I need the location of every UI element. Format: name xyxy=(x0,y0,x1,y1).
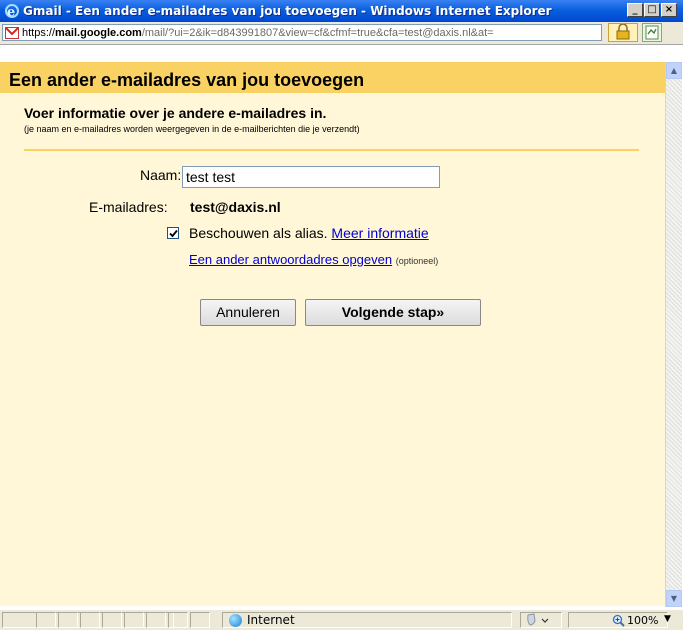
status-cell xyxy=(80,612,100,628)
scroll-up-icon[interactable]: ▲ xyxy=(666,62,682,79)
svg-text:e: e xyxy=(7,5,15,19)
address-bar: https://mail.google.com/mail/?ui=2&ik=d8… xyxy=(0,22,683,45)
zoom-dropdown-icon[interactable]: ▼ xyxy=(664,614,671,624)
status-cell xyxy=(102,612,122,628)
next-step-button[interactable]: Volgende stap» xyxy=(305,299,481,326)
window-controls: _ □ × xyxy=(626,3,677,17)
url-field[interactable]: https://mail.google.com/mail/?ui=2&ik=d8… xyxy=(2,24,602,41)
info-title: Voer informatie over je andere e-mailadr… xyxy=(24,105,327,121)
maximize-button[interactable]: □ xyxy=(644,3,660,17)
gmail-icon xyxy=(5,27,19,39)
window-title: Gmail - Een ander e-mailadres van jou to… xyxy=(23,4,552,18)
minimize-button[interactable]: _ xyxy=(627,3,643,17)
divider xyxy=(24,149,639,151)
reply-row: Een ander antwoordadres opgeven (optione… xyxy=(189,252,438,267)
close-button[interactable]: × xyxy=(661,3,677,17)
name-label: Naam: xyxy=(140,167,182,183)
certificate-icon[interactable] xyxy=(642,23,662,42)
dialog-panel-top xyxy=(0,90,665,93)
scroll-down-icon[interactable]: ▼ xyxy=(666,590,682,607)
email-label: E-mailadres: xyxy=(89,199,168,215)
email-value: test@daxis.nl xyxy=(190,199,281,215)
status-cell xyxy=(124,612,144,628)
ssl-lock-icon[interactable] xyxy=(608,23,638,42)
cancel-button[interactable]: Annuleren xyxy=(200,299,296,326)
shield-icon xyxy=(527,613,549,626)
status-cell xyxy=(36,612,56,628)
zone-label: Internet xyxy=(247,613,295,627)
vertical-scrollbar[interactable]: ▲ ▼ xyxy=(665,62,682,607)
url-domain: mail.google.com xyxy=(55,27,142,39)
url-path: /mail/?ui=2&ik=d843991807&view=cf&cfmf=t… xyxy=(141,27,494,39)
zoom-level: 100% xyxy=(627,614,659,627)
zoom-icon xyxy=(612,614,625,627)
status-cell xyxy=(146,612,166,628)
check-icon xyxy=(169,229,178,238)
more-info-link[interactable]: Meer informatie xyxy=(331,225,428,241)
alias-label: Beschouwen als alias. xyxy=(189,225,328,241)
globe-icon xyxy=(229,613,242,627)
alias-row: Beschouwen als alias. Meer informatie xyxy=(189,225,429,241)
window-titlebar: e Gmail - Een ander e-mailadres van jou … xyxy=(0,0,683,22)
name-field[interactable] xyxy=(182,166,440,188)
alias-checkbox[interactable] xyxy=(167,227,179,239)
ie-logo-icon: e xyxy=(5,4,19,19)
protected-mode-cell[interactable] xyxy=(520,612,562,628)
status-cell xyxy=(168,612,188,628)
info-subtitle: (je naam en e-mailadres worden weergegev… xyxy=(24,124,360,134)
status-cell xyxy=(190,612,210,628)
scroll-track[interactable] xyxy=(666,79,682,590)
optional-note: (optioneel) xyxy=(395,256,439,266)
security-zone[interactable]: Internet xyxy=(229,613,295,627)
reply-address-link[interactable]: Een ander antwoordadres opgeven xyxy=(189,252,392,267)
dialog-title: Een ander e-mailadres van jou toevoegen xyxy=(9,70,365,90)
status-cell xyxy=(58,612,78,628)
status-bar: Internet 100% ▼ xyxy=(0,609,683,630)
url-scheme: https:// xyxy=(22,27,56,39)
